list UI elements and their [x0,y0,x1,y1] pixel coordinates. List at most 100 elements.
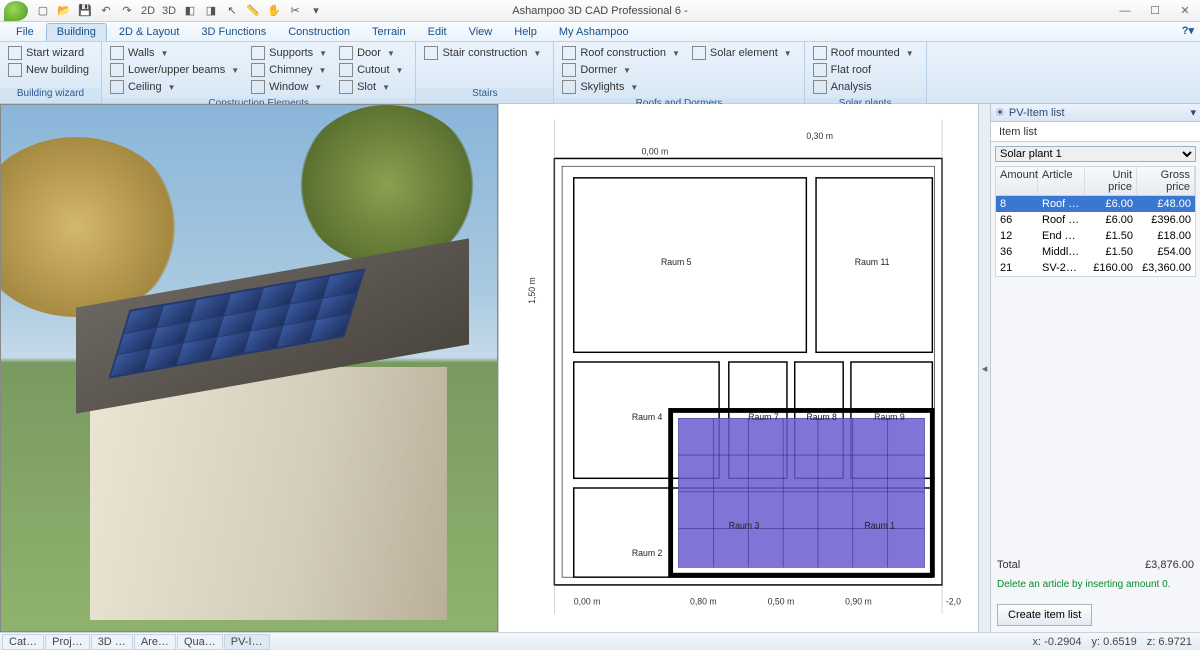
pv-tab-itemlist[interactable]: Item list [991,122,1200,142]
qat-measure-icon[interactable]: 📏 [244,3,262,19]
chevron-down-icon: ▼ [314,83,322,92]
maximize-button[interactable]: ☐ [1140,1,1170,21]
close-button[interactable]: ✕ [1170,1,1200,21]
qat-save-icon[interactable]: 💾 [76,3,94,19]
ribbon-skylights-button[interactable]: Skylights▼ [560,79,686,95]
pv-total-label: Total [997,559,1020,571]
col-unit-price[interactable]: Unit price [1085,167,1137,195]
pv-table-row[interactable]: 21SV-235-1£160.00£3,360.00 [996,260,1195,276]
chimney-icon [251,63,265,77]
qat-redo-icon[interactable]: ↷ [118,3,136,19]
chevron-down-icon: ▼ [623,66,631,75]
create-item-list-button[interactable]: Create item list [997,604,1092,626]
ribbon-door-button[interactable]: Door▼ [337,45,409,61]
pv-panel-title: PV-Item list [1009,107,1065,119]
ribbon-stair-construction-button[interactable]: Stair construction▼ [422,45,547,61]
title-bar: ▢ 📂 💾 ↶ ↷ 2D 3D ◧ ◨ ↖ 📏 ✋ ✂ ▾ Ashampoo 3… [0,0,1200,22]
help-icon[interactable]: ?▾ [1182,24,1194,37]
room-label: Raum 3 [729,521,760,531]
qat-hand-icon[interactable]: ✋ [265,3,283,19]
pv-table-row[interactable]: 8Roof mounted pr...£6.00£48.00 [996,196,1195,212]
ribbon-group-stairs: Stair construction▼ Stairs [416,42,554,103]
status-tab[interactable]: Proj… [45,634,90,650]
menu--d-layout[interactable]: 2D & Layout [109,24,190,40]
roof-construction-icon [562,46,576,60]
qat-new-icon[interactable]: ▢ [34,3,52,19]
solar-plant-select[interactable]: Solar plant 1 [995,146,1196,162]
status-tab[interactable]: Qua… [177,634,223,650]
viewport-2d[interactable]: Raum 5 Raum 11 Raum 4 Raum 7 Raum 8 Raum… [498,104,978,632]
ribbon-lower-upper-beams-button[interactable]: Lower/upper beams▼ [108,62,245,78]
ribbon-group-label: Stairs [416,88,553,103]
floor-plan: Raum 5 Raum 11 Raum 4 Raum 7 Raum 8 Raum… [505,110,972,614]
pv-panel-menu-icon[interactable]: ▾ [1190,106,1196,119]
ribbon-roof-construction-button[interactable]: Roof construction▼ [560,45,686,61]
room-label: Raum 8 [806,412,837,422]
menu-construction[interactable]: Construction [278,24,360,40]
ribbon-solar-element-button[interactable]: Solar element▼ [690,45,798,61]
pv-cell-unit: £1.50 [1085,244,1137,260]
chevron-down-icon: ▼ [906,49,914,58]
ribbon-chimney-button[interactable]: Chimney▼ [249,62,333,78]
pv-cell-gross: £48.00 [1137,196,1195,212]
ribbon-walls-button[interactable]: Walls▼ [108,45,245,61]
menu-building[interactable]: Building [46,23,107,41]
ribbon-slot-button[interactable]: Slot▼ [337,79,409,95]
col-article[interactable]: Article [1038,167,1085,195]
ribbon-analysis-button[interactable]: Analysis [811,79,920,95]
qat-pointer-icon[interactable]: ↖ [223,3,241,19]
status-tab[interactable]: Are… [134,634,176,650]
qat-3d-icon[interactable]: 3D [160,3,178,19]
chevron-down-icon: ▼ [382,83,390,92]
dormer-icon [562,63,576,77]
qat-misc1-icon[interactable]: ◧ [181,3,199,19]
viewport-3d[interactable]: — ☐ ✕ [0,104,498,632]
ribbon-flat-roof-button[interactable]: Flat roof [811,62,920,78]
menu-file[interactable]: File [6,24,44,40]
qat-dd-icon[interactable]: ▾ [307,3,325,19]
menu-my-ashampoo[interactable]: My Ashampoo [549,24,639,40]
pv-cell-unit: £1.50 [1085,228,1137,244]
menu-terrain[interactable]: Terrain [362,24,416,40]
chevron-down-icon: ▼ [784,49,792,58]
coord-z: z: 6.9721 [1147,636,1192,648]
col-amount[interactable]: Amount [996,167,1038,195]
room-label: Raum 7 [748,412,779,422]
status-coords: x: -0.2904 y: 0.6519 z: 6.9721 [1033,636,1200,648]
pv-cell-unit: £6.00 [1085,196,1137,212]
ribbon-new-building-button[interactable]: New building [6,62,95,78]
pv-table-row[interactable]: 66Roof hook£6.00£396.00 [996,212,1195,228]
menu-view[interactable]: View [459,24,503,40]
ribbon-cutout-button[interactable]: Cutout▼ [337,62,409,78]
ribbon-supports-button[interactable]: Supports▼ [249,45,333,61]
qat-open-icon[interactable]: 📂 [55,3,73,19]
ribbon-dormer-button[interactable]: Dormer▼ [560,62,686,78]
pv-table-row[interactable]: 36Middle clamp£1.50£54.00 [996,244,1195,260]
ribbon-ceiling-button[interactable]: Ceiling▼ [108,79,245,95]
side-panel-toggle[interactable]: ◂ [978,104,990,632]
qat-2d-icon[interactable]: 2D [139,3,157,19]
chevron-down-icon: ▼ [319,49,327,58]
status-tab[interactable]: PV-I… [224,634,270,650]
menu--d-functions[interactable]: 3D Functions [191,24,276,40]
qat-cut-icon[interactable]: ✂ [286,3,304,19]
dim-label: 0,00 m [642,147,669,157]
pv-table-row[interactable]: 12End clamp£1.50£18.00 [996,228,1195,244]
status-tab[interactable]: Cat… [2,634,44,650]
status-tab[interactable]: 3D … [91,634,133,650]
lower-upper-beams-icon [110,63,124,77]
qat-misc2-icon[interactable]: ◨ [202,3,220,19]
chevron-down-icon: ▼ [630,83,638,92]
ribbon-roof-mounted-button[interactable]: Roof mounted▼ [811,45,920,61]
qat-undo-icon[interactable]: ↶ [97,3,115,19]
window-title: Ashampoo 3D CAD Professional 6 - [512,5,687,17]
menu-help[interactable]: Help [504,24,547,40]
dim-label: 0,30 m [806,131,833,141]
ribbon: Start wizardNew buildingBuilding wizardW… [0,42,1200,104]
menu-edit[interactable]: Edit [418,24,457,40]
ribbon-window-button[interactable]: Window▼ [249,79,333,95]
minimize-button[interactable]: — [1110,1,1140,21]
ribbon-start-wizard-button[interactable]: Start wizard [6,45,95,61]
workspace: — ☐ ✕ [0,104,1200,632]
col-gross-price[interactable]: Gross price [1137,167,1195,195]
